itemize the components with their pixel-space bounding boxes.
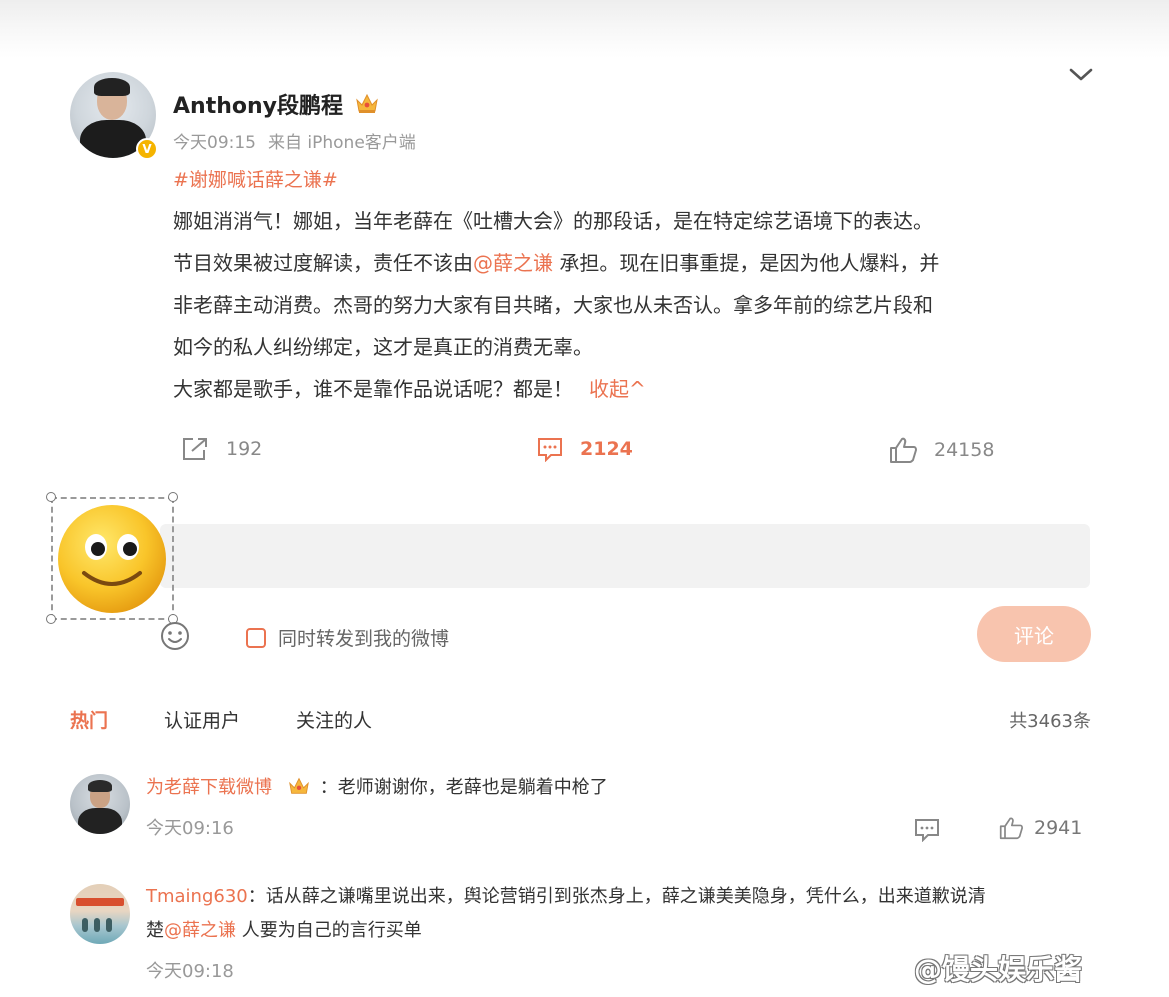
like-count: 24158 — [934, 439, 995, 461]
post-line: 大家都是歌手，谁不是靠作品说话呢？都是！ 收起^ — [173, 368, 1093, 410]
commenter-avatar[interactable] — [70, 884, 130, 944]
like-button[interactable]: 24158 — [888, 436, 994, 464]
smiley-emoji-icon — [58, 505, 166, 613]
comment-text: 楚 — [146, 920, 164, 941]
crown-icon — [288, 777, 309, 794]
verified-badge: V — [136, 138, 158, 160]
comment-content: 楚@薛之谦 人要为自己的言行买单 — [146, 914, 422, 948]
resize-handle[interactable] — [46, 614, 56, 624]
resize-handle[interactable] — [168, 492, 178, 502]
post-time[interactable]: 今天09:15 — [173, 133, 256, 153]
top-fade — [0, 0, 1169, 58]
comment-like-button[interactable]: 2941 — [998, 816, 1082, 840]
resize-handle[interactable] — [46, 492, 56, 502]
comment-icon — [538, 438, 562, 462]
mention-link[interactable]: @薛之谦 — [473, 251, 553, 275]
emoji-picker-icon[interactable] — [159, 620, 191, 652]
submit-comment-button[interactable]: 评论 — [977, 606, 1091, 662]
checkbox[interactable] — [246, 627, 266, 648]
repost-count: 192 — [226, 438, 263, 460]
comment-text: ：老师谢谢你，老薛也是躺着中枪了 — [319, 777, 608, 798]
repost-button[interactable]: 192 — [180, 436, 262, 462]
post-source: 来自 iPhone客户端 — [268, 133, 416, 153]
comment-time: 今天09:16 — [146, 818, 234, 839]
mention-link[interactable]: @薛之谦 — [164, 920, 236, 941]
commenter-name[interactable]: Tmaing630 — [146, 886, 248, 907]
comment-text: 人要为自己的言行买单 — [236, 920, 422, 941]
post-line: 非老薛主动消费。杰哥的努力大家有目共睹，大家也从未否认。拿多年前的综艺片段和 — [173, 293, 933, 317]
repost-icon — [183, 438, 207, 460]
author-name[interactable]: Anthony段鹏程 — [173, 88, 343, 120]
comment-content: Tmaing630：话从薛之谦嘴里说出来，舆论营销引到张杰身上，薛之谦美美隐身，… — [146, 880, 986, 914]
comment-button[interactable]: 2124 — [536, 436, 633, 462]
watermark: @馒头娱乐酱 — [914, 953, 1083, 986]
post-line: 娜姐消消气！娜姐，当年老薛在《吐槽大会》的那段话，是在特定综艺语境下的表达。 — [173, 209, 933, 233]
post-line: 节目效果被过度解读，责任不该由@薛之谦 承担。现在旧事重提，是因为他人爆料，并 — [173, 242, 1093, 284]
post-line: 如今的私人纠纷绑定，这才是真正的消费无辜。 — [173, 335, 593, 359]
crown-icon — [356, 93, 378, 113]
tab-hot[interactable]: 热门 — [70, 706, 108, 733]
comment-count: 2124 — [580, 438, 633, 460]
tab-following[interactable]: 关注的人 — [296, 706, 372, 733]
reply-icon[interactable] — [914, 818, 940, 842]
comment-content: 为老薛下载微博 ：老师谢谢你，老薛也是躺着中枪了 — [146, 771, 608, 805]
post-meta: 今天09:15 来自 iPhone客户端 — [173, 128, 428, 153]
like-icon — [999, 817, 1023, 840]
commenter-name[interactable]: 为老薛下载微博 — [146, 777, 272, 798]
comment-time: 今天09:18 — [146, 961, 234, 982]
chevron-down-icon[interactable] — [1068, 64, 1094, 86]
post-text: 节目效果被过度解读，责任不该由 — [173, 251, 473, 275]
tab-verified-users[interactable]: 认证用户 — [164, 706, 240, 733]
comment-like-count: 2941 — [1034, 817, 1083, 839]
comment-tabs: 热门 认证用户 关注的人 — [70, 706, 428, 733]
post-body: 娜姐消消气！娜姐，当年老薛在《吐槽大会》的那段话，是在特定综艺语境下的表达。 节… — [173, 200, 1093, 410]
like-icon — [890, 437, 917, 463]
topic-hashtag[interactable]: #谢娜喊话薛之谦# — [173, 165, 338, 192]
reply-input[interactable] — [160, 524, 1090, 588]
commenter-avatar[interactable] — [70, 774, 130, 834]
repost-checkbox[interactable]: 同时转发到我的微博 — [246, 624, 449, 651]
total-comment-count: 共3463条 — [1009, 711, 1091, 732]
collapse-link[interactable]: 收起^ — [589, 377, 646, 401]
post-text: 大家都是歌手，谁不是靠作品说话呢？都是！ — [173, 377, 573, 401]
post-text: 承担。现在旧事重提，是因为他人爆料，并 — [553, 251, 940, 275]
repost-label: 同时转发到我的微博 — [278, 628, 450, 650]
comment-text: ：话从薛之谦嘴里说出来，舆论营销引到张杰身上，薛之谦美美隐身，凭什么，出来道歉说… — [247, 886, 986, 907]
